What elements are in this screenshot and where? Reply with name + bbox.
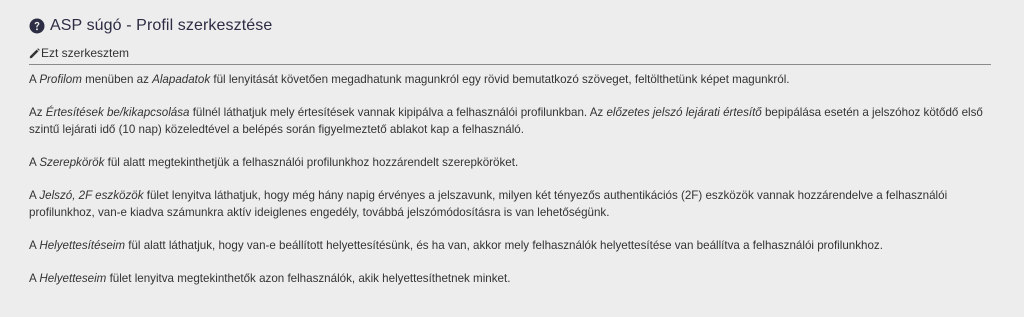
text: menüben az — [81, 73, 153, 86]
emphasis: Értesítések be/kikapcsolása — [45, 106, 190, 119]
paragraph-notifications: Az Értesítések be/kikapcsolása fülnél lá… — [29, 104, 991, 138]
emphasis: Helyettesítéseim — [39, 239, 126, 252]
pencil-icon[interactable] — [29, 47, 40, 59]
help-panel: ASP súgó - Profil szerkesztése Ezt szerk… — [0, 0, 1024, 317]
text: A — [29, 272, 40, 285]
edit-link-label[interactable]: Ezt szerkesztem — [41, 46, 129, 60]
emphasis: Alapadatok — [152, 73, 211, 86]
paragraph-substitutions: A Helyettesítéseim fül alatt láthatjuk, … — [29, 237, 991, 254]
emphasis: Profilom — [39, 73, 82, 86]
text: fület lenyitva láthatjuk, hogy még hány … — [29, 189, 948, 219]
page-title: ASP súgó - Profil szerkesztése — [50, 17, 273, 34]
emphasis: előzetes jelszó lejárati értesítő — [606, 106, 762, 119]
paragraph-roles: A Szerepkörök fül alatt megtekinthetjük … — [29, 154, 991, 171]
text: fül alatt láthatjuk, hogy van-e beállíto… — [125, 239, 883, 252]
emphasis: Helyetteseim — [39, 272, 107, 285]
paragraph-substitutes: A Helyetteseim fület lenyitva megtekinth… — [29, 270, 991, 287]
text: A — [29, 73, 40, 86]
emphasis: Jelszó, 2F eszközök — [39, 189, 144, 202]
text: A — [29, 239, 40, 252]
emphasis: Szerepkörök — [39, 156, 105, 169]
text: Az — [29, 106, 46, 119]
paragraph-profile: A Profilom menüben az Alapadatok fül len… — [29, 71, 991, 88]
text: A — [29, 156, 40, 169]
title-row: ASP súgó - Profil szerkesztése — [29, 14, 991, 38]
divider — [29, 64, 991, 65]
text: A — [29, 189, 40, 202]
edit-link[interactable]: Ezt szerkesztem — [29, 44, 991, 62]
text: fül lenyitását követően megadhatunk magu… — [210, 73, 790, 86]
text: fül alatt megtekinthetjük a felhasználói… — [104, 156, 519, 169]
question-circle-icon — [29, 18, 45, 34]
paragraph-password-2f: A Jelszó, 2F eszközök fület lenyitva lát… — [29, 187, 991, 221]
text: fület lenyitva megtekinthetők azon felha… — [106, 272, 511, 285]
text: fülnél láthatjuk mely értesítések vannak… — [189, 106, 607, 119]
